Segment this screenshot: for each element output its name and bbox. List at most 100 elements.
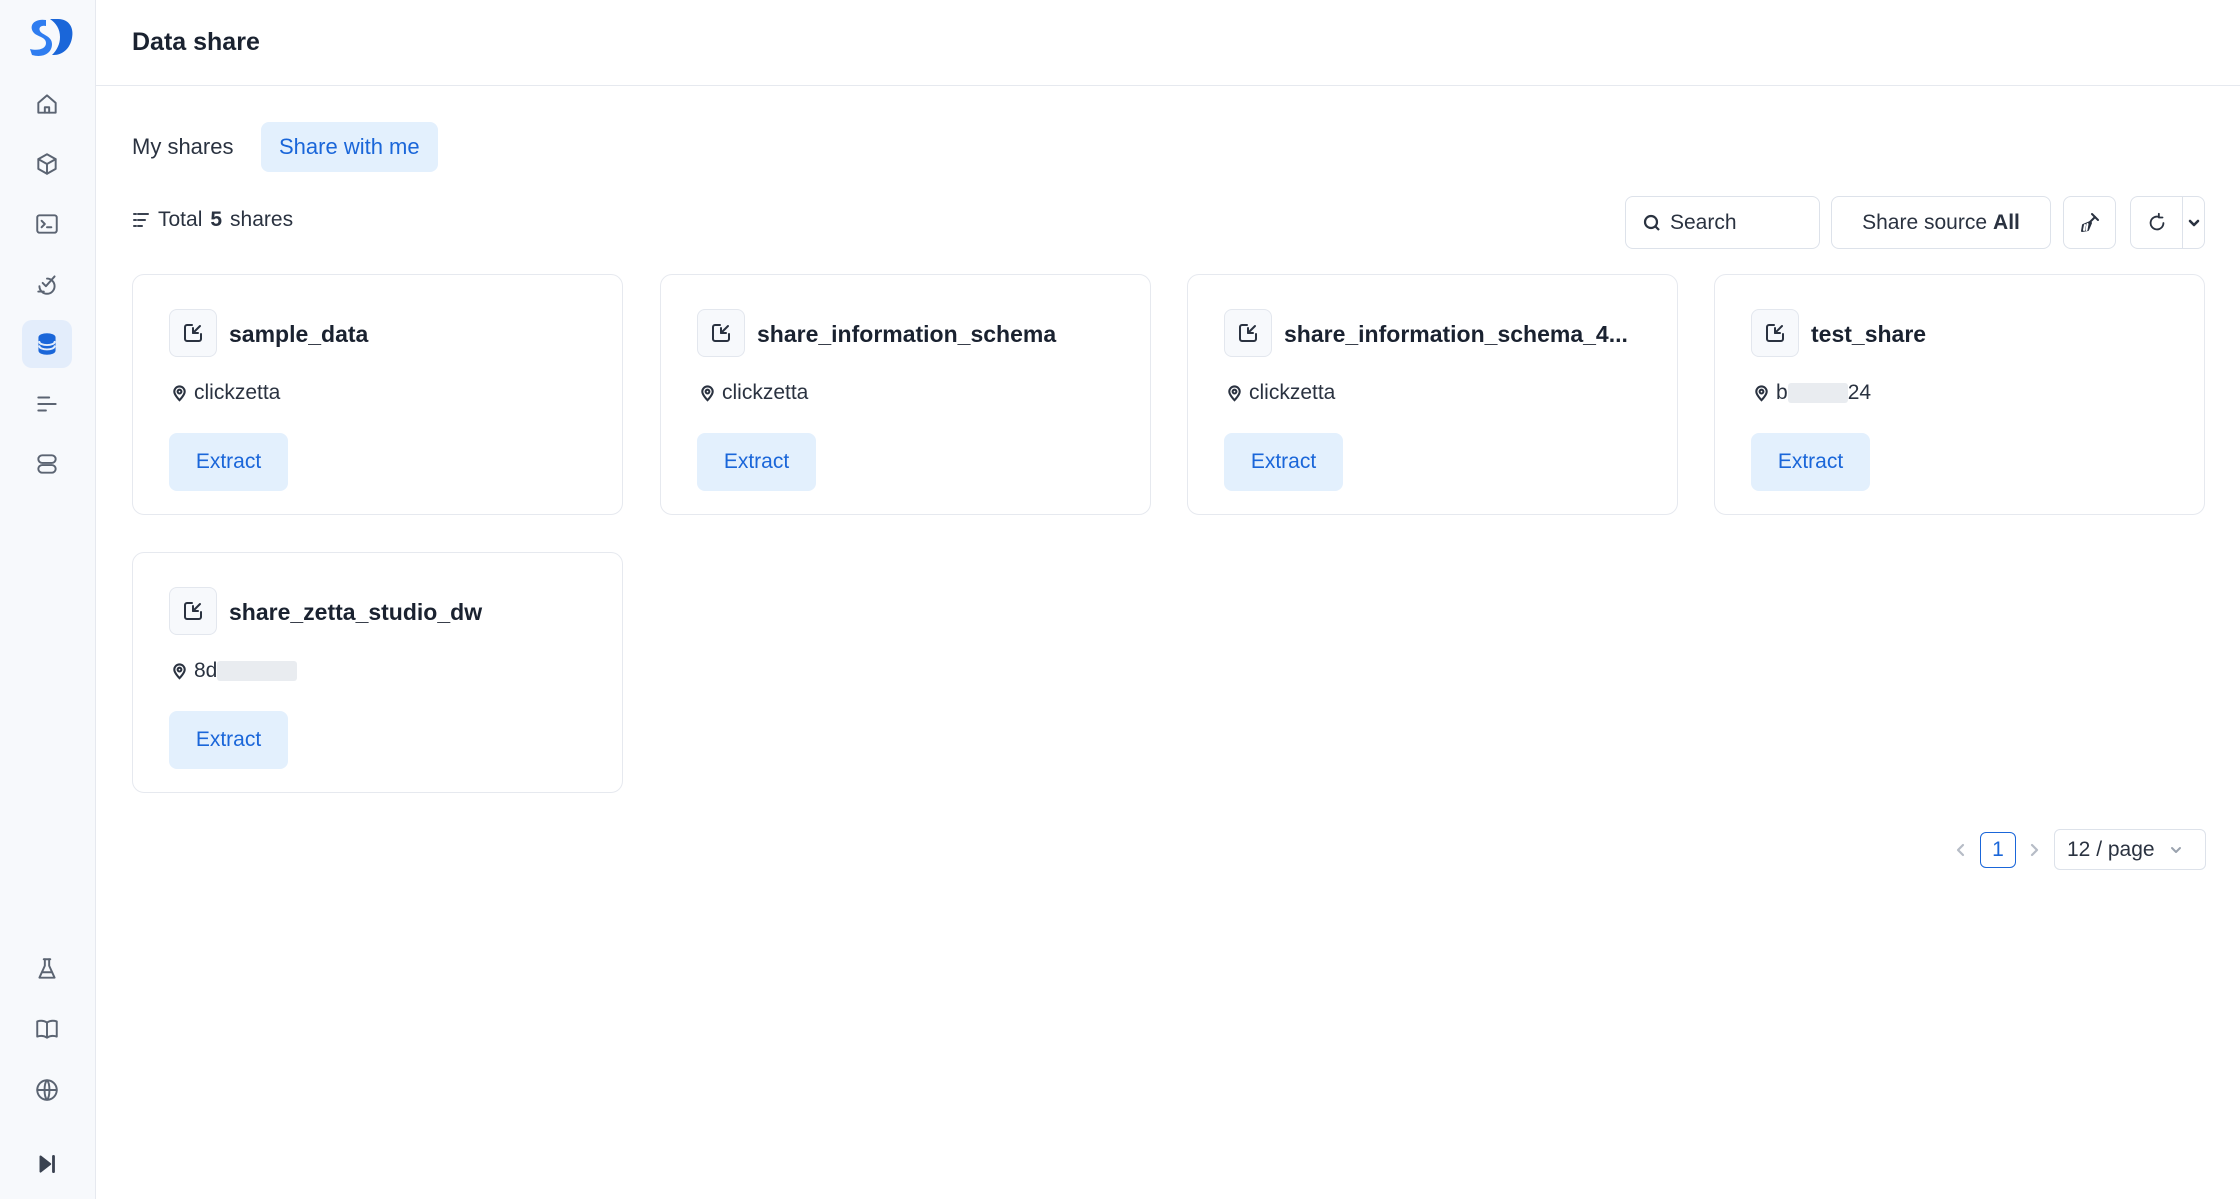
share-source-name: clickzetta — [722, 381, 809, 404]
nav-language[interactable] — [22, 1066, 72, 1114]
share-source-filter[interactable]: Share source All — [1831, 196, 2051, 249]
nav-data-share[interactable] — [22, 320, 72, 368]
share-name: share_information_schema — [757, 321, 1057, 347]
cube-icon — [37, 153, 57, 175]
book-icon — [36, 1019, 58, 1039]
share-name: share_information_schema_4... — [1284, 321, 1628, 347]
total-suffix: shares — [230, 208, 294, 231]
flask-icon — [38, 958, 56, 979]
refresh-icon — [2149, 212, 2164, 230]
share-card[interactable]: share_information_schema clickzetta Extr… — [660, 274, 1151, 515]
task-icon — [37, 275, 56, 295]
app-root: Data share My shares Share with me Total… — [0, 0, 2240, 1199]
share-name: share_zetta_studio_dw — [229, 599, 483, 625]
extract-button[interactable]: Extract — [1224, 433, 1343, 491]
page-title: Data share — [132, 28, 260, 56]
refresh-button[interactable] — [2131, 197, 2183, 248]
total-prefix: Total — [158, 208, 203, 231]
location-pin-icon — [1228, 384, 1241, 402]
share-icon-box — [169, 309, 217, 357]
share-card[interactable]: sample_data clickzetta Extract — [132, 274, 623, 515]
extract-button[interactable]: Extract — [169, 711, 288, 769]
sort-list-icon — [133, 213, 149, 227]
location-pin-icon — [173, 384, 186, 402]
share-source: b 24 — [1753, 381, 1871, 405]
chevron-down-icon — [2188, 219, 2199, 226]
search-icon — [1643, 214, 1660, 231]
extract-button[interactable]: Extract — [1751, 433, 1870, 491]
page-size-value: 12 / page — [2067, 837, 2155, 861]
share-source-name: b 24 — [1776, 381, 1871, 405]
collapse-sidebar-icon — [39, 1155, 55, 1173]
redacted-text — [1787, 383, 1848, 404]
share-source: 8d — [171, 659, 298, 683]
share-source-label: Share source — [1862, 210, 1988, 234]
broom-icon — [2080, 212, 2099, 232]
total-count: 5 — [210, 208, 223, 231]
share-import-icon — [1766, 324, 1784, 342]
chevron-right-icon — [2030, 843, 2039, 857]
share-icon-box — [1751, 309, 1799, 357]
tab-my-shares[interactable]: My shares — [114, 122, 251, 172]
refresh-options-button[interactable] — [2183, 216, 2204, 230]
extract-button[interactable]: Extract — [169, 433, 288, 491]
share-card[interactable]: share_zetta_studio_dw 8d Extract — [132, 552, 623, 793]
source-visible-start: 8d — [194, 659, 218, 682]
location-pin-icon — [173, 662, 186, 680]
share-source-name: 8d — [194, 659, 298, 683]
home-icon — [37, 94, 57, 114]
share-import-icon — [184, 602, 202, 620]
logo-icon[interactable] — [24, 16, 74, 58]
nav-lab[interactable] — [22, 945, 72, 993]
nav-tasks[interactable] — [22, 260, 72, 308]
share-icon-box — [169, 587, 217, 635]
total-shares: Total 5 shares — [132, 208, 293, 232]
location-pin-icon — [1755, 384, 1768, 402]
search-input[interactable] — [1670, 210, 1810, 235]
next-page-button[interactable] — [2022, 836, 2046, 864]
share-source: clickzetta — [171, 381, 280, 405]
share-card[interactable]: share_information_schema_4... clickzetta… — [1187, 274, 1678, 515]
share-card[interactable]: test_share b 24 Extract — [1714, 274, 2205, 515]
nav-collapse[interactable] — [22, 1140, 72, 1188]
chevron-down-icon — [2170, 846, 2181, 853]
share-source-value: All — [1993, 210, 2020, 234]
terminal-icon — [36, 214, 58, 234]
nav-home[interactable] — [22, 80, 72, 128]
server-icon — [37, 454, 57, 474]
nav-compute[interactable] — [22, 440, 72, 488]
tab-share-with-me[interactable]: Share with me — [261, 122, 438, 172]
share-icon-box — [1224, 309, 1272, 357]
refresh-split-button — [2130, 196, 2205, 249]
clean-button[interactable] — [2063, 196, 2116, 249]
search-box[interactable] — [1625, 196, 1820, 249]
extract-button[interactable]: Extract — [697, 433, 816, 491]
share-source-name: clickzetta — [1249, 381, 1336, 404]
share-import-icon — [184, 324, 202, 342]
share-name: test_share — [1811, 321, 1927, 347]
share-import-icon — [712, 324, 730, 342]
nav-terminal[interactable] — [22, 200, 72, 248]
share-source: clickzetta — [1226, 381, 1335, 405]
source-visible-end: 24 — [1847, 381, 1872, 404]
share-source: clickzetta — [699, 381, 808, 405]
sidebar — [0, 0, 96, 1199]
database-icon — [38, 333, 56, 355]
location-pin-icon — [701, 384, 714, 402]
share-icon-box — [697, 309, 745, 357]
list-icon — [37, 396, 57, 412]
source-visible-start: b — [1776, 381, 1788, 404]
nav-lineage[interactable] — [22, 380, 72, 428]
share-import-icon — [1239, 324, 1257, 342]
share-name: sample_data — [229, 321, 369, 347]
nav-docs[interactable] — [22, 1005, 72, 1053]
redacted-text — [217, 661, 298, 682]
page-header: Data share — [96, 0, 2240, 86]
globe-icon — [36, 1079, 58, 1101]
prev-page-button[interactable] — [1949, 836, 1973, 864]
page-size-select[interactable]: 12 / page — [2054, 829, 2206, 870]
page-1-button[interactable]: 1 — [1980, 832, 2016, 868]
chevron-left-icon — [1956, 843, 1965, 857]
share-source-name: clickzetta — [194, 381, 281, 404]
nav-models[interactable] — [22, 140, 72, 188]
